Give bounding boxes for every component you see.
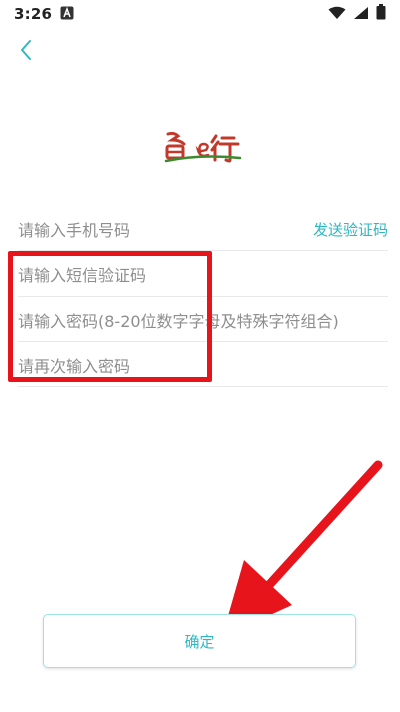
logo-mark — [164, 131, 242, 163]
status-time: 3:26 — [14, 5, 53, 23]
divider — [18, 250, 388, 251]
signal-icon — [353, 5, 369, 24]
wifi-icon — [328, 5, 346, 24]
confirm-button[interactable]: 确定 — [43, 614, 356, 668]
sms-code-row: 请输入短信验证码 — [18, 252, 388, 296]
sms-code-input[interactable]: 请输入短信验证码 — [18, 262, 146, 286]
status-left: 3:26 — [14, 5, 74, 24]
chevron-left-icon — [19, 39, 33, 65]
password-row: 请输入密码(8-20位数字字母及特殊字符组合) — [18, 298, 388, 342]
send-code-button[interactable]: 发送验证码 — [313, 219, 388, 240]
screen: 3:26 请输入手机号码 发送验证码 请输入短信验证码 请输入密码(8-20位数… — [0, 0, 400, 712]
divider — [18, 341, 388, 342]
confirm-password-input[interactable]: 请再次输入密码 — [18, 353, 130, 377]
status-bar: 3:26 — [0, 0, 400, 28]
phone-row: 请输入手机号码 发送验证码 — [18, 207, 388, 251]
phone-input[interactable]: 请输入手机号码 — [18, 217, 130, 241]
confirm-password-row: 请再次输入密码 — [18, 343, 388, 387]
notification-a-icon — [60, 5, 74, 24]
back-button[interactable] — [12, 38, 40, 66]
app-logo — [160, 130, 244, 164]
battery-icon — [376, 4, 386, 24]
divider — [18, 296, 388, 297]
status-right — [328, 4, 386, 24]
divider — [18, 386, 388, 387]
password-input[interactable]: 请输入密码(8-20位数字字母及特殊字符组合) — [18, 308, 339, 332]
